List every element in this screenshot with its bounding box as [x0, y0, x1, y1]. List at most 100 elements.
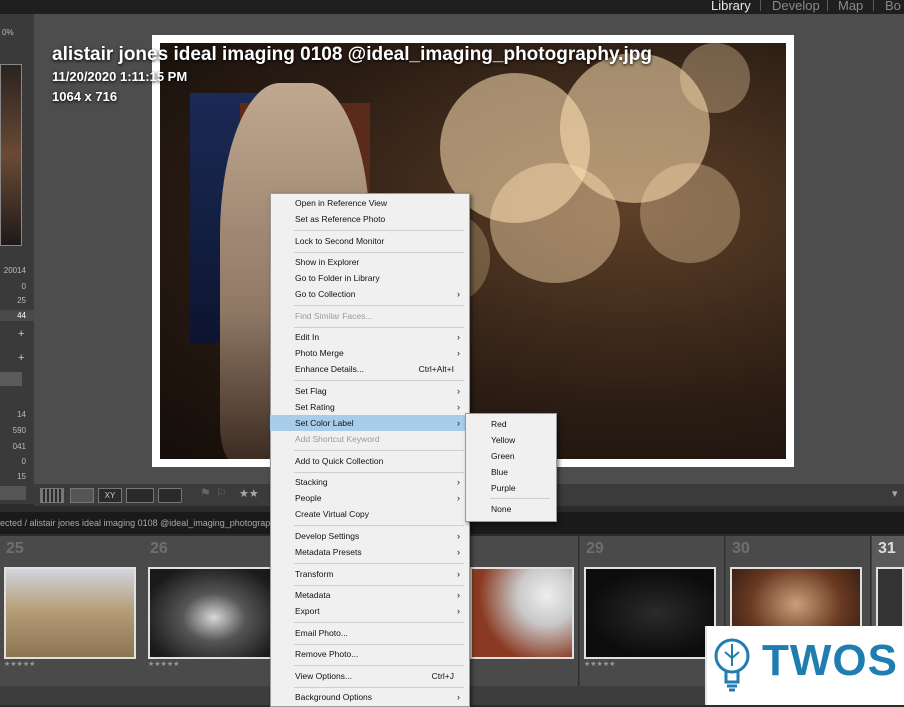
main-photo[interactable]: [160, 43, 786, 459]
cell-rating[interactable]: ★★★★★: [148, 660, 179, 668]
menu-item[interactable]: Metadata Presets ›: [270, 544, 468, 560]
menu-separator: [294, 644, 464, 645]
menu-item-label: Remove Photo...: [295, 649, 359, 659]
bokeh-light: [680, 43, 750, 113]
menu-item[interactable]: Remove Photo...: [270, 646, 468, 662]
left-panel: 0% 20014 0 25 44 + + 14 590 041 0 15: [0, 14, 34, 504]
menu-item-label: Set Color Label: [295, 418, 354, 428]
menu-item[interactable]: Edit In ›: [270, 329, 468, 345]
add-plus-icon[interactable]: +: [18, 328, 24, 340]
menu-item[interactable]: Create Virtual Copy: [270, 506, 468, 522]
zoom-label: 0%: [2, 28, 14, 37]
loupe-view-icon[interactable]: [70, 488, 94, 503]
module-develop[interactable]: Develop: [772, 0, 820, 13]
lightbulb-icon: [712, 636, 752, 696]
people-view-icon[interactable]: [158, 488, 182, 503]
color-label-option[interactable]: Green: [466, 448, 556, 464]
reject-flag-icon[interactable]: ⚐: [216, 486, 227, 500]
color-label-option[interactable]: None: [466, 501, 556, 517]
module-map[interactable]: Map: [838, 0, 863, 13]
thumbnail[interactable]: [4, 567, 136, 659]
menu-item[interactable]: Develop Settings ›: [270, 528, 468, 544]
count-value: 590: [12, 426, 26, 435]
chevron-right-icon: ›: [457, 332, 460, 342]
menu-separator: [490, 498, 550, 499]
import-button[interactable]: [0, 486, 26, 500]
cell-rating[interactable]: ★★★★★: [584, 660, 615, 668]
menu-item[interactable]: Enhance Details... Ctrl+Alt+I: [270, 361, 468, 377]
menu-item-label: Set as Reference Photo: [295, 214, 386, 224]
filmstrip-cell[interactable]: [466, 536, 579, 686]
module-library[interactable]: Library: [711, 0, 751, 13]
chevron-right-icon: ›: [457, 418, 460, 428]
menu-separator: [294, 472, 464, 473]
color-label-option[interactable]: Red: [466, 416, 556, 432]
menu-item-label: Stacking: [295, 477, 328, 487]
filmstrip-cell[interactable]: 29 ★★★★★: [580, 536, 725, 686]
cell-index: 31: [878, 540, 896, 557]
toolbar-chevron-icon[interactable]: ▾: [892, 487, 898, 500]
chevron-right-icon: ›: [457, 477, 460, 487]
thumbnail[interactable]: [470, 567, 574, 659]
cell-index: 26: [150, 540, 168, 557]
menu-item[interactable]: Metadata ›: [270, 587, 468, 603]
menu-separator: [294, 230, 464, 231]
color-label-option[interactable]: Blue: [466, 464, 556, 480]
cell-index: 25: [6, 540, 24, 557]
menu-item[interactable]: Photo Merge ›: [270, 345, 468, 361]
module-separator: [760, 0, 761, 11]
rating-stars-icon[interactable]: ★★: [239, 487, 259, 500]
menu-item[interactable]: Open in Reference View: [270, 195, 468, 211]
menu-separator: [294, 305, 464, 306]
filmstrip-cell[interactable]: 26 ★★★★★: [144, 536, 289, 686]
count-value: 25: [17, 296, 26, 305]
survey-view-icon[interactable]: [126, 488, 154, 503]
module-book[interactable]: Bo: [885, 0, 901, 13]
menu-item-label: Develop Settings: [295, 531, 360, 541]
navigator-preview[interactable]: [0, 64, 22, 246]
color-label-text: Blue: [491, 467, 509, 477]
grid-view-icon[interactable]: [40, 488, 64, 503]
menu-item[interactable]: Add to Quick Collection: [270, 453, 468, 469]
menu-item-label: Enhance Details...: [295, 364, 364, 374]
cell-rating[interactable]: ★★★★★: [4, 660, 35, 668]
menu-separator: [294, 622, 464, 623]
menu-item[interactable]: Lock to Second Monitor: [270, 233, 468, 249]
filter-field[interactable]: [0, 372, 22, 386]
menu-item[interactable]: Email Photo...: [270, 625, 468, 641]
color-label-text: Green: [491, 451, 515, 461]
menu-separator: [294, 665, 464, 666]
menu-item[interactable]: Stacking ›: [270, 474, 468, 490]
menu-item[interactable]: People ›: [270, 490, 468, 506]
chevron-right-icon: ›: [457, 606, 460, 616]
chevron-right-icon: ›: [457, 402, 460, 412]
menu-item[interactable]: Go to Collection ›: [270, 286, 468, 302]
color-label-text: Purple: [491, 483, 516, 493]
menu-item[interactable]: Set Flag ›: [270, 383, 468, 399]
thumbnail[interactable]: [148, 567, 280, 659]
menu-item[interactable]: Show in Explorer: [270, 254, 468, 270]
menu-separator: [294, 585, 464, 586]
menu-item[interactable]: Go to Folder in Library: [270, 270, 468, 286]
thumbnail[interactable]: [584, 567, 716, 659]
module-separator: [827, 0, 828, 11]
filmstrip-cell[interactable]: 25 ★★★★★: [0, 536, 145, 686]
menu-item[interactable]: View Options... Ctrl+J: [270, 668, 468, 684]
menu-item-label: Show in Explorer: [295, 257, 360, 267]
menu-item-shortcut: Ctrl+Alt+I: [418, 364, 454, 374]
menu-item[interactable]: Set as Reference Photo: [270, 211, 468, 227]
menu-item[interactable]: Transform ›: [270, 566, 468, 582]
compare-view-icon[interactable]: XY: [98, 488, 122, 503]
menu-item[interactable]: Set Rating ›: [270, 399, 468, 415]
color-label-option[interactable]: Purple: [466, 480, 556, 496]
count-value: 14: [17, 410, 26, 419]
menu-item[interactable]: Background Options ›: [270, 689, 468, 705]
color-label-option[interactable]: Yellow: [466, 432, 556, 448]
add-plus-icon[interactable]: +: [18, 352, 24, 364]
filmstrip-source-path[interactable]: ected / alistair jones ideal imaging 010…: [0, 518, 275, 528]
menu-item-label: Transform: [295, 569, 334, 579]
cell-index: 29: [586, 540, 604, 557]
flag-icon[interactable]: ⚑: [200, 486, 211, 500]
menu-item[interactable]: Export ›: [270, 603, 468, 619]
menu-item[interactable]: Set Color Label ›: [270, 415, 468, 431]
